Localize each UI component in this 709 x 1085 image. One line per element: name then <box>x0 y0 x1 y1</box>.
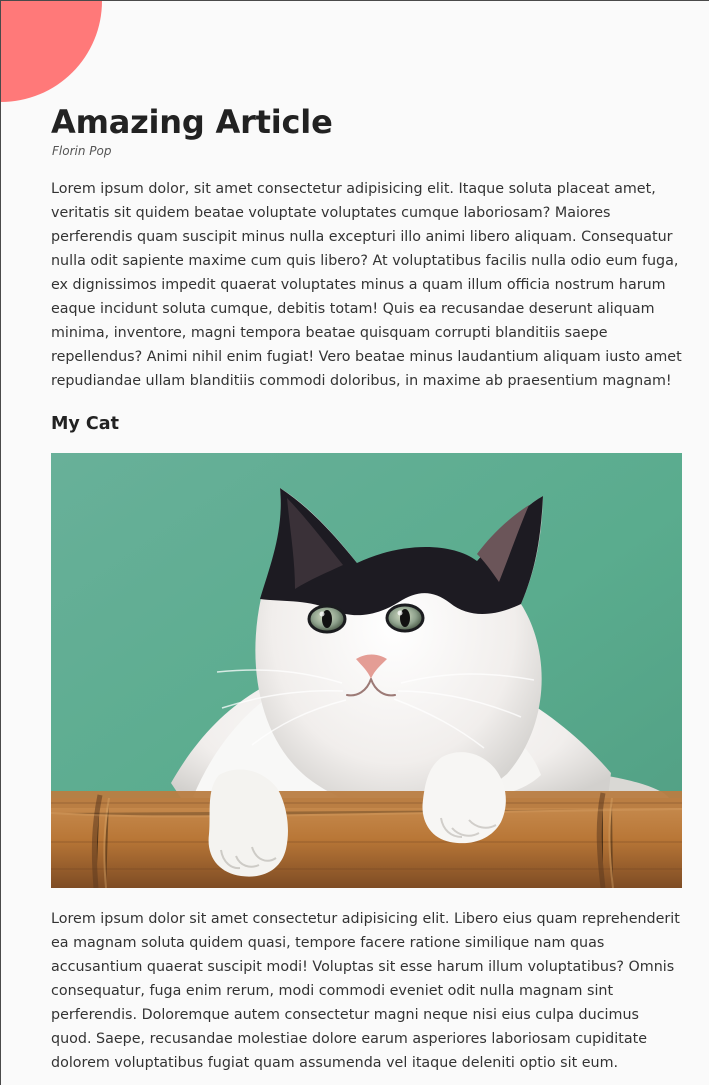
section-heading: My Cat <box>51 414 119 434</box>
article-content: Amazing Article Florin Pop Lorem ipsum d… <box>51 102 683 1075</box>
closing-paragraph: Lorem ipsum dolor sit amet consectetur a… <box>51 911 680 1071</box>
cat-photo <box>51 453 682 888</box>
intro-paragraph: Lorem ipsum dolor, sit amet consectetur … <box>51 181 682 389</box>
cat-illustration <box>51 453 682 888</box>
article-title: Amazing Article <box>51 103 333 141</box>
menu-button[interactable] <box>1 1 102 102</box>
article-page: Amazing Article Florin Pop Lorem ipsum d… <box>0 0 709 1085</box>
article-author: Florin Pop <box>52 144 112 158</box>
